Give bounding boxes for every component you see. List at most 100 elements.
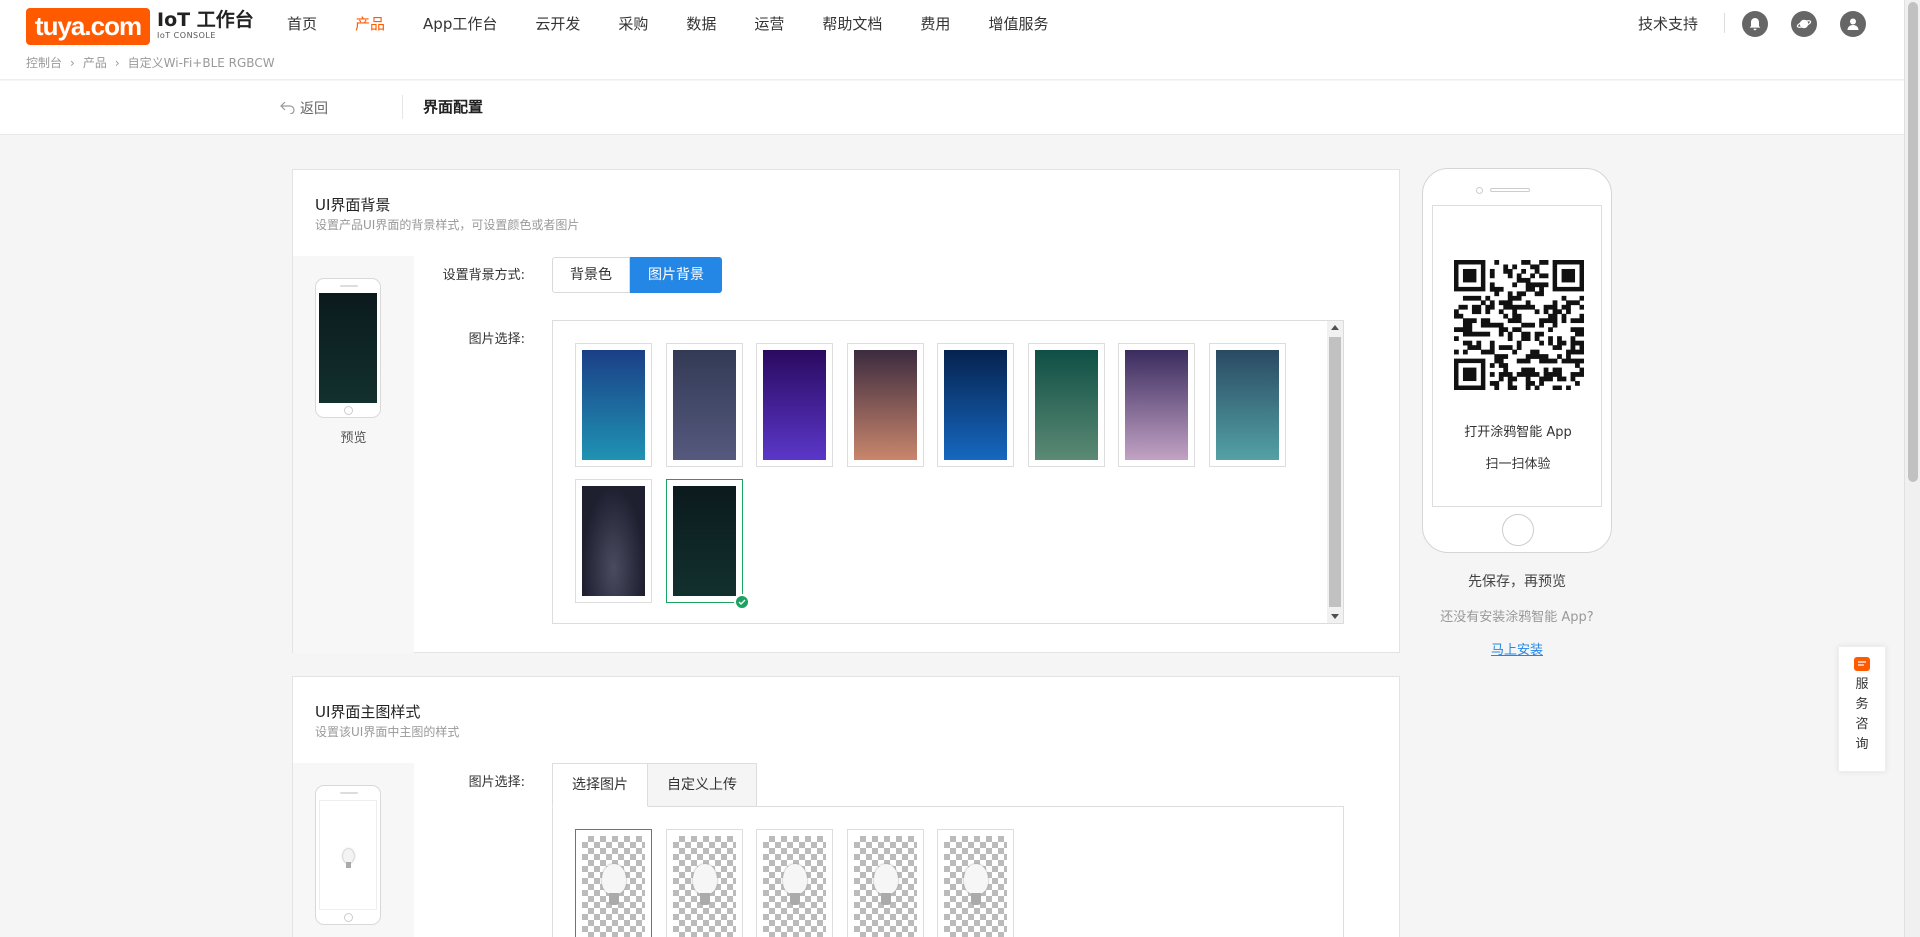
transparent-bg (763, 836, 826, 937)
tuya-logo[interactable]: tuya.com (26, 8, 150, 45)
preview-column: 预览 (293, 256, 414, 653)
preview-screen (319, 800, 377, 910)
back-button[interactable]: 返回 (280, 98, 328, 118)
bulb-icon (343, 849, 354, 863)
main-nav: 首页 产品 App工作台 云开发 采购 数据 运营 帮助文档 费用 增值服务 (287, 0, 1086, 46)
bg-thumbnail-3[interactable] (846, 343, 924, 467)
nav-item-1[interactable]: 产品 (355, 13, 385, 34)
check-icon (733, 594, 750, 610)
bg-thumbnail-7[interactable] (1208, 343, 1286, 467)
nav-item-9[interactable]: 增值服务 (988, 13, 1048, 34)
bulb-thumbnail-0[interactable] (575, 829, 652, 937)
nav-item-8[interactable]: 费用 (920, 13, 950, 34)
bell-icon[interactable] (1742, 11, 1768, 37)
bg-image-option[interactable]: 图片背景 (630, 257, 722, 293)
user-icon[interactable] (1840, 11, 1866, 37)
phone-preview-mini (315, 785, 381, 925)
bg-thumbnail-1[interactable] (665, 343, 743, 467)
bulb-icon (873, 864, 898, 894)
bg-thumbnail-image (672, 350, 736, 460)
transparent-bg (944, 836, 1007, 937)
brand-subtitle: IoT CONSOLE (157, 31, 216, 40)
scroll-down-icon[interactable] (1331, 614, 1339, 619)
ui-main-image-card: UI界面主图样式 设置该UI界面中主图的样式 预览 图片选择: 选择图片 自定义… (292, 676, 1400, 937)
bg-thumbnail-0[interactable] (575, 343, 652, 467)
bg-image-picker (552, 320, 1344, 624)
transparent-bg (582, 836, 645, 937)
bg-color-option[interactable]: 背景色 (552, 257, 630, 293)
nav-item-5[interactable]: 数据 (686, 13, 716, 34)
subheader-divider (402, 95, 403, 119)
chevron-right-icon: › (70, 55, 75, 70)
bg-thumbnail-image (582, 486, 645, 596)
save-hint: 先保存，再预览 (1468, 574, 1566, 590)
qr-instruction-line1: 打开涂鸦智能 App (1464, 425, 1572, 440)
nav-item-4[interactable]: 采购 (618, 13, 648, 34)
bulb-thumbnail-4[interactable] (937, 829, 1014, 937)
phone-screen: 打开涂鸦智能 App 扫一扫体验 (1432, 205, 1602, 507)
install-app-link[interactable]: 马上安装 (1422, 639, 1612, 658)
breadcrumb-current: 自定义Wi-Fi+BLE RGBCW (127, 56, 275, 70)
page-scrollbar[interactable] (1904, 0, 1920, 937)
bg-thumbnail-image (1034, 350, 1098, 460)
breadcrumb-console[interactable]: 控制台 (26, 54, 62, 71)
chat-icon (1854, 657, 1870, 671)
bg-thumbnail-2[interactable] (756, 343, 833, 467)
planet-icon[interactable] (1791, 11, 1817, 37)
nav-item-7[interactable]: 帮助文档 (822, 13, 882, 34)
bg-thumbnail-image (582, 350, 645, 460)
bg-thumbnail-image (1125, 350, 1188, 460)
section-desc: 设置该UI界面中主图的样式 (315, 725, 460, 739)
bulb-icon (692, 864, 717, 894)
qr-instruction-line2: 扫一扫体验 (1485, 457, 1551, 472)
nav-item-3[interactable]: 云开发 (535, 13, 580, 34)
bg-mode-label: 设置背景方式: (442, 268, 525, 283)
bulb-icon (602, 864, 626, 894)
bg-thumbnail-4[interactable] (937, 343, 1014, 467)
bulb-thumbnail-2[interactable] (756, 829, 833, 937)
bg-mode-toggle: 背景色 图片背景 (552, 257, 722, 293)
section-title: UI界面主图样式 (315, 703, 421, 721)
preview-screen (319, 293, 377, 403)
transparent-bg (672, 836, 736, 937)
bg-thumbnail-5[interactable] (1027, 343, 1105, 467)
bg-thumbnail-image (763, 350, 826, 460)
bg-thumbnail-6[interactable] (1118, 343, 1195, 467)
scroll-up-icon[interactable] (1331, 325, 1339, 330)
bg-thumbnail-image (672, 486, 736, 596)
section-desc: 设置产品UI界面的背景样式，可设置颜色或者图片 (315, 218, 580, 232)
top-header: tuya.com IoT 工作台 IoT CONSOLE 首页 产品 App工作台云… (0, 0, 1904, 80)
bulb-icon (964, 864, 988, 894)
bg-thumbnail-image (1215, 350, 1279, 460)
breadcrumb-product[interactable]: 产品 (83, 54, 107, 71)
transparent-bg (853, 836, 917, 937)
bulb-image-picker (552, 806, 1344, 937)
page-title: 界面配置 (423, 98, 484, 116)
tab-select-image[interactable]: 选择图片 (552, 763, 648, 807)
tech-support-link[interactable]: 技术支持 (1638, 13, 1698, 34)
tab-custom-upload[interactable]: 自定义上传 (647, 763, 757, 807)
header-divider (1724, 13, 1725, 33)
brand: IoT 工作台 IoT CONSOLE (157, 9, 254, 41)
service-label: 服务咨询 (1855, 677, 1869, 752)
nav-item-6[interactable]: 运营 (754, 13, 784, 34)
preview-column: 预览 (293, 763, 414, 937)
bg-thumbnail-image (853, 350, 917, 460)
nav-item-0[interactable]: 首页 (287, 13, 317, 34)
bg-thumbnail-image (944, 350, 1007, 460)
nav-item-2[interactable]: App工作台 (423, 13, 497, 34)
bg-thumbnail-9[interactable] (665, 479, 750, 610)
bulb-icon (783, 864, 807, 894)
service-consult-button[interactable]: 服务咨询 (1838, 646, 1886, 772)
bulb-thumbnail-1[interactable] (665, 829, 743, 937)
breadcrumb: 控制台 › 产品 › 自定义Wi-Fi+BLE RGBCW (26, 54, 275, 71)
section-title: UI界面背景 (315, 196, 391, 214)
bulb-thumbnail-3[interactable] (846, 829, 924, 937)
bg-thumbnail-8[interactable] (575, 479, 652, 603)
image-picker-label: 图片选择: (468, 332, 525, 347)
back-label: 返回 (300, 101, 328, 117)
phone-preview-mini (315, 278, 381, 418)
phone-preview: 打开涂鸦智能 App 扫一扫体验 (1422, 168, 1612, 553)
picker-scrollbar[interactable] (1327, 321, 1343, 623)
no-app-hint: 还没有安装涂鸦智能 App? (1440, 610, 1594, 625)
